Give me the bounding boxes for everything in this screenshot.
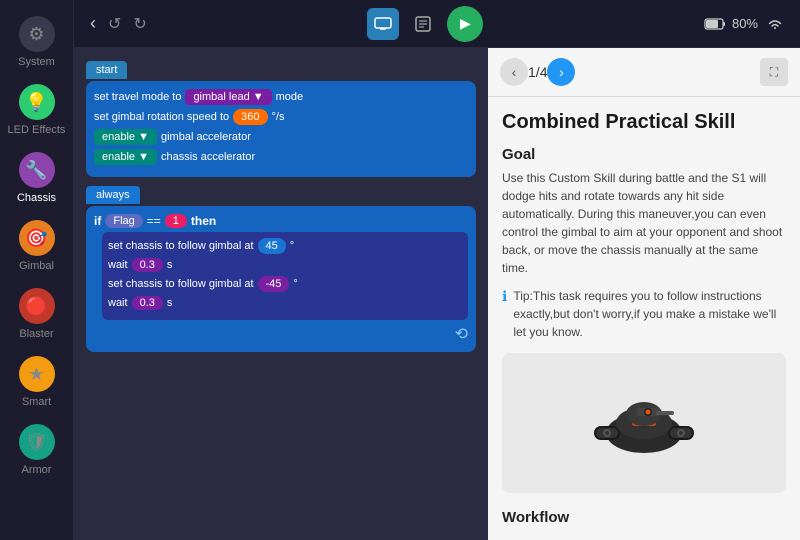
tip-text: Tip:This task requires you to follow ins… [513, 287, 786, 341]
deg-label-1: ° [290, 240, 294, 252]
wait-value-1[interactable]: 0.3 [132, 258, 163, 272]
mode-label: mode [276, 91, 304, 103]
rotation-value[interactable]: 360 [233, 109, 267, 125]
gimbal-icon: 🎯 [19, 220, 55, 256]
eq-sign: == [147, 214, 161, 228]
checklist-button[interactable] [407, 8, 439, 40]
goal-text: Use this Custom Skill during battle and … [502, 169, 786, 277]
battery-percent: 80% [732, 16, 758, 31]
robot-image-container [502, 353, 786, 493]
follow-value-2[interactable]: -45 [258, 276, 290, 292]
then-block: set chassis to follow gimbal at 45 ° wai… [102, 232, 468, 320]
prev-page-button[interactable]: ‹ [500, 58, 528, 86]
editor-panel: start set travel mode to gimbal lead ▼ m… [74, 48, 800, 540]
panel-nav: ‹ 1/4 › ⛶ [488, 48, 800, 97]
enable-gimbal-btn[interactable]: enable ▼ [94, 129, 157, 145]
topbar-right: 80% [704, 16, 784, 31]
enable-chassis-btn[interactable]: enable ▼ [94, 149, 157, 165]
sidebar-item-label: Blaster [19, 328, 53, 340]
redo-button[interactable]: ↻ [133, 14, 146, 34]
start-block-group: set travel mode to gimbal lead ▼ mode se… [86, 81, 476, 177]
sidebar-item-label: Armor [22, 464, 52, 476]
wait-label-2: wait [108, 297, 128, 309]
rotation-label: set gimbal rotation speed to [94, 111, 229, 123]
blaster-icon: 🔴 [19, 288, 55, 324]
next-page-button[interactable]: › [547, 58, 575, 86]
if-keyword: if [94, 214, 101, 228]
sidebar-item-gimbal[interactable]: 🎯 Gimbal [0, 212, 73, 280]
chassis-accel-label: chassis accelerator [161, 151, 255, 163]
right-panel: ‹ 1/4 › ⛶ Combined Practical Skill Goal … [488, 48, 800, 540]
always-block: if Flag == 1 then set chassis to follow … [86, 206, 476, 352]
page-indicator: 1/4 [528, 64, 547, 80]
block-editor: start set travel mode to gimbal lead ▼ m… [74, 48, 488, 540]
sidebar-item-smart[interactable]: ★ Smart [0, 348, 73, 416]
monitor-button[interactable] [367, 8, 399, 40]
sidebar-item-label: LED Effects [8, 124, 66, 136]
chassis-icon: 🔧 [19, 152, 55, 188]
topbar-center: ▶ [367, 6, 483, 42]
if-row: if Flag == 1 then [94, 214, 468, 228]
flag-pill: Flag [105, 214, 142, 228]
wait-value-2[interactable]: 0.3 [132, 296, 163, 310]
sidebar-item-label: Gimbal [19, 260, 54, 272]
deg-label-2: ° [293, 278, 297, 290]
sidebar-item-blaster[interactable]: 🔴 Blaster [0, 280, 73, 348]
one-pill: 1 [165, 214, 187, 228]
topbar: ‹ ↺ ↻ ▶ 80% [74, 0, 800, 48]
panel-content: Combined Practical Skill Goal Use this C… [488, 97, 800, 540]
smart-icon: ★ [19, 356, 55, 392]
s-label-1: s [167, 259, 173, 271]
wait-row-2: wait 0.3 s [108, 296, 462, 310]
sidebar-item-system[interactable]: ⚙ System [0, 8, 73, 76]
travel-mode-label: set travel mode to [94, 91, 181, 103]
start-label: start [86, 61, 127, 79]
armor-icon: 🛡 [19, 424, 55, 460]
sidebar-item-label: Chassis [17, 192, 56, 204]
chassis-accel-row: enable ▼ chassis accelerator [94, 149, 468, 165]
goal-label: Goal [502, 146, 786, 163]
sidebar-item-armor[interactable]: 🛡 Armor [0, 416, 73, 484]
rotation-speed-row: set gimbal rotation speed to 360 °/s [94, 109, 468, 125]
sidebar-item-led[interactable]: 💡 LED Effects [0, 76, 73, 144]
fullscreen-button[interactable]: ⛶ [760, 58, 788, 86]
wait-label-1: wait [108, 259, 128, 271]
skill-title: Combined Practical Skill [502, 111, 786, 134]
wifi-icon [766, 17, 784, 31]
undo-button[interactable]: ↺ [108, 14, 121, 34]
deg-per-s-label: °/s [272, 111, 285, 123]
play-button[interactable]: ▶ [447, 6, 483, 42]
led-icon: 💡 [19, 84, 55, 120]
s-label-2: s [167, 297, 173, 309]
tip-icon: ℹ [502, 288, 507, 305]
back-button[interactable]: ‹ [90, 13, 96, 34]
battery-status: 80% [704, 16, 758, 31]
sidebar-item-chassis[interactable]: 🔧 Chassis [0, 144, 73, 212]
always-label: always [86, 186, 140, 204]
repeat-icon: ⟲ [94, 324, 468, 344]
follow-value-1[interactable]: 45 [258, 238, 286, 254]
then-keyword: then [191, 214, 216, 228]
follow-label-1: set chassis to follow gimbal at [108, 240, 254, 252]
sidebar-item-label: System [18, 56, 55, 68]
main-content: ‹ ↺ ↻ ▶ 80% s [74, 0, 800, 540]
gimbal-accel-label: gimbal accelerator [161, 131, 251, 143]
sidebar-item-label: Smart [22, 396, 51, 408]
topbar-left: ‹ ↺ ↻ [90, 13, 147, 34]
gimbal-accel-row: enable ▼ gimbal accelerator [94, 129, 468, 145]
follow-row-1: set chassis to follow gimbal at 45 ° [108, 238, 462, 254]
workflow-label: Workflow [502, 505, 786, 526]
robot-illustration [584, 368, 704, 478]
system-icon: ⚙ [19, 16, 55, 52]
sidebar: ⚙ System 💡 LED Effects 🔧 Chassis 🎯 Gimba… [0, 0, 74, 540]
follow-label-2: set chassis to follow gimbal at [108, 278, 254, 290]
travel-mode-row: set travel mode to gimbal lead ▼ mode [94, 89, 468, 105]
gimbal-lead-btn[interactable]: gimbal lead ▼ [185, 89, 271, 105]
follow-row-2: set chassis to follow gimbal at -45 ° [108, 276, 462, 292]
tip-box: ℹ Tip:This task requires you to follow i… [502, 287, 786, 341]
wait-row-1: wait 0.3 s [108, 258, 462, 272]
